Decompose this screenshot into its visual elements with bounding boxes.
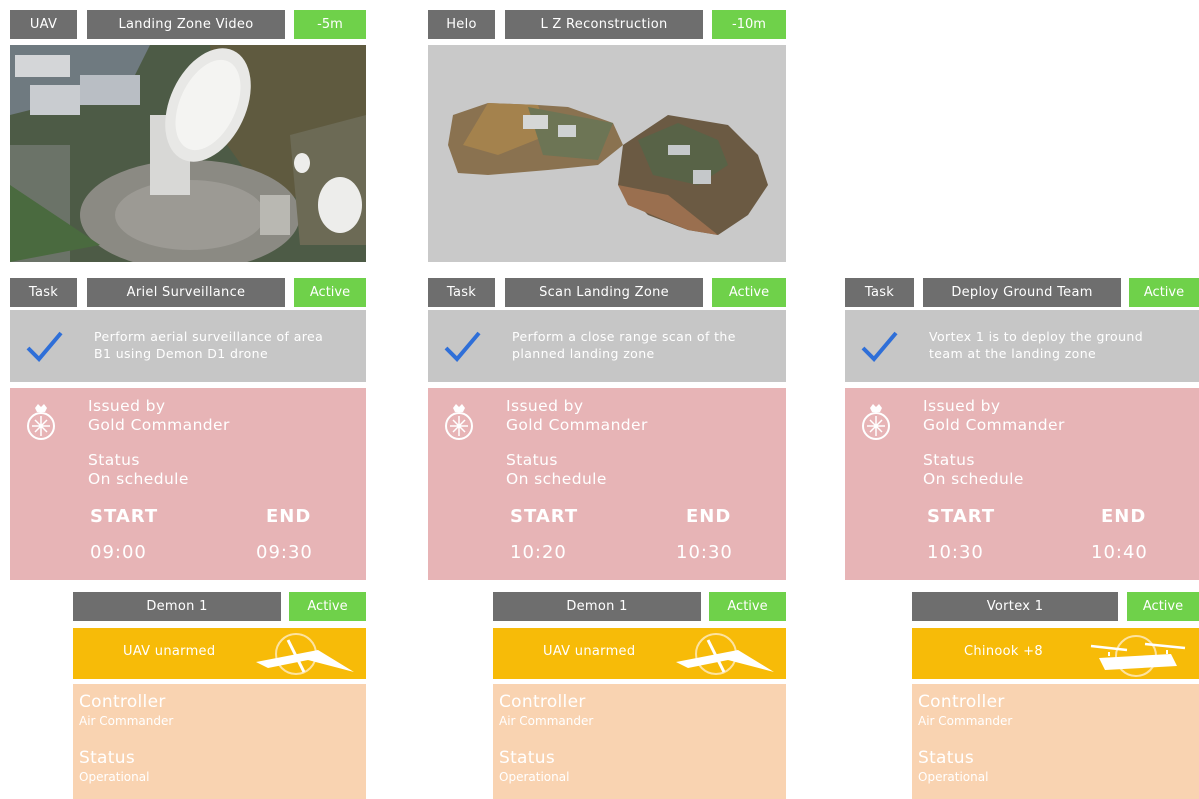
asset-details-panel: Controller Air Commander Status Operatio… xyxy=(73,684,366,799)
task-tag: Task xyxy=(845,278,914,307)
end-label: END xyxy=(266,506,312,527)
checkmark-icon xyxy=(26,331,63,362)
feed-source-label: Helo xyxy=(428,10,495,39)
checkmark-icon xyxy=(444,331,481,362)
task-details-panel: Issued by Gold Commander Status On sched… xyxy=(10,388,366,580)
controller-value: Air Commander xyxy=(79,714,174,728)
controller-value: Air Commander xyxy=(918,714,1013,728)
asset-type-banner: UAV unarmed xyxy=(73,628,366,679)
asset-type: UAV unarmed xyxy=(543,644,636,659)
task-description-panel: Perform aerial surveillance of area B1 u… xyxy=(10,310,366,382)
start-label: START xyxy=(90,506,159,527)
task-name[interactable]: Ariel Surveillance xyxy=(87,278,285,307)
task-description-panel: Perform a close range scan of the planne… xyxy=(428,310,786,382)
asset-status-label: Status xyxy=(918,748,974,768)
task-description: Perform aerial surveillance of area B1 u… xyxy=(94,329,324,361)
asset-details-panel: Controller Air Commander Status Operatio… xyxy=(912,684,1199,799)
status-value: On schedule xyxy=(88,470,189,488)
task-tag: Task xyxy=(10,278,77,307)
controller-label: Controller xyxy=(499,692,586,712)
issued-by-value: Gold Commander xyxy=(506,416,648,434)
asset-status-label: Status xyxy=(499,748,555,768)
asset-type: UAV unarmed xyxy=(123,644,216,659)
chinook-silhouette-icon xyxy=(1090,635,1186,677)
controller-value: Air Commander xyxy=(499,714,594,728)
start-label: START xyxy=(510,506,579,527)
start-label: START xyxy=(927,506,996,527)
asset-status-badge: Active xyxy=(289,592,366,621)
task-status-badge: Active xyxy=(294,278,366,307)
task-name[interactable]: Deploy Ground Team xyxy=(923,278,1121,307)
crest-emblem-icon xyxy=(862,404,890,440)
reconstruction-3d-image xyxy=(428,45,786,262)
task-description-panel: Vortex 1 is to deploy the ground team at… xyxy=(845,310,1199,382)
status-value: On schedule xyxy=(923,470,1024,488)
asset-status-value: Operational xyxy=(918,770,989,784)
task-name[interactable]: Scan Landing Zone xyxy=(505,278,703,307)
video-frame-image xyxy=(10,45,366,262)
asset-status-label: Status xyxy=(79,748,135,768)
task-tag: Task xyxy=(428,278,495,307)
start-time: 10:30 xyxy=(927,542,984,563)
task-description: Perform a close range scan of the planne… xyxy=(512,329,736,361)
status-label: Status xyxy=(923,451,975,469)
crest-emblem-icon xyxy=(27,404,55,440)
task-details-panel: Issued by Gold Commander Status On sched… xyxy=(428,388,786,580)
start-time: 09:00 xyxy=(90,542,147,563)
status-label: Status xyxy=(88,451,140,469)
feed-source-label: UAV xyxy=(10,10,77,39)
asset-name[interactable]: Demon 1 xyxy=(73,592,281,621)
feed-age-badge: -10m xyxy=(712,10,786,39)
issued-by-value: Gold Commander xyxy=(88,416,230,434)
asset-status-value: Operational xyxy=(79,770,150,784)
asset-name[interactable]: Vortex 1 xyxy=(912,592,1118,621)
asset-name[interactable]: Demon 1 xyxy=(493,592,701,621)
drone-silhouette-icon xyxy=(256,633,354,675)
crest-emblem-icon xyxy=(445,404,473,440)
issued-by-value: Gold Commander xyxy=(923,416,1065,434)
feed-title: L Z Reconstruction xyxy=(505,10,703,39)
asset-details-panel: Controller Air Commander Status Operatio… xyxy=(493,684,786,799)
asset-status-badge: Active xyxy=(709,592,786,621)
task-description: Vortex 1 is to deploy the ground team at… xyxy=(929,329,1144,361)
checkmark-icon xyxy=(861,331,898,362)
issued-by-label: Issued by xyxy=(506,397,584,415)
issued-by-label: Issued by xyxy=(88,397,166,415)
landing-zone-video[interactable] xyxy=(10,45,366,262)
asset-status-badge: Active xyxy=(1127,592,1199,621)
start-time: 10:20 xyxy=(510,542,567,563)
task-status-badge: Active xyxy=(1129,278,1199,307)
end-time: 09:30 xyxy=(256,542,313,563)
asset-type: Chinook +8 xyxy=(964,644,1043,659)
drone-silhouette-icon xyxy=(676,633,774,675)
asset-type-banner: Chinook +8 xyxy=(912,628,1199,679)
controller-label: Controller xyxy=(79,692,166,712)
feed-age-badge: -5m xyxy=(294,10,366,39)
asset-status-value: Operational xyxy=(499,770,570,784)
status-value: On schedule xyxy=(506,470,607,488)
issued-by-label: Issued by xyxy=(923,397,1001,415)
status-label: Status xyxy=(506,451,558,469)
task-status-badge: Active xyxy=(712,278,786,307)
task-details-panel: Issued by Gold Commander Status On sched… xyxy=(845,388,1199,580)
feed-title: Landing Zone Video xyxy=(87,10,285,39)
controller-label: Controller xyxy=(918,692,1005,712)
lz-reconstruction-view[interactable] xyxy=(428,45,786,262)
end-time: 10:40 xyxy=(1091,542,1148,563)
end-label: END xyxy=(686,506,732,527)
end-time: 10:30 xyxy=(676,542,733,563)
end-label: END xyxy=(1101,506,1147,527)
asset-type-banner: UAV unarmed xyxy=(493,628,786,679)
